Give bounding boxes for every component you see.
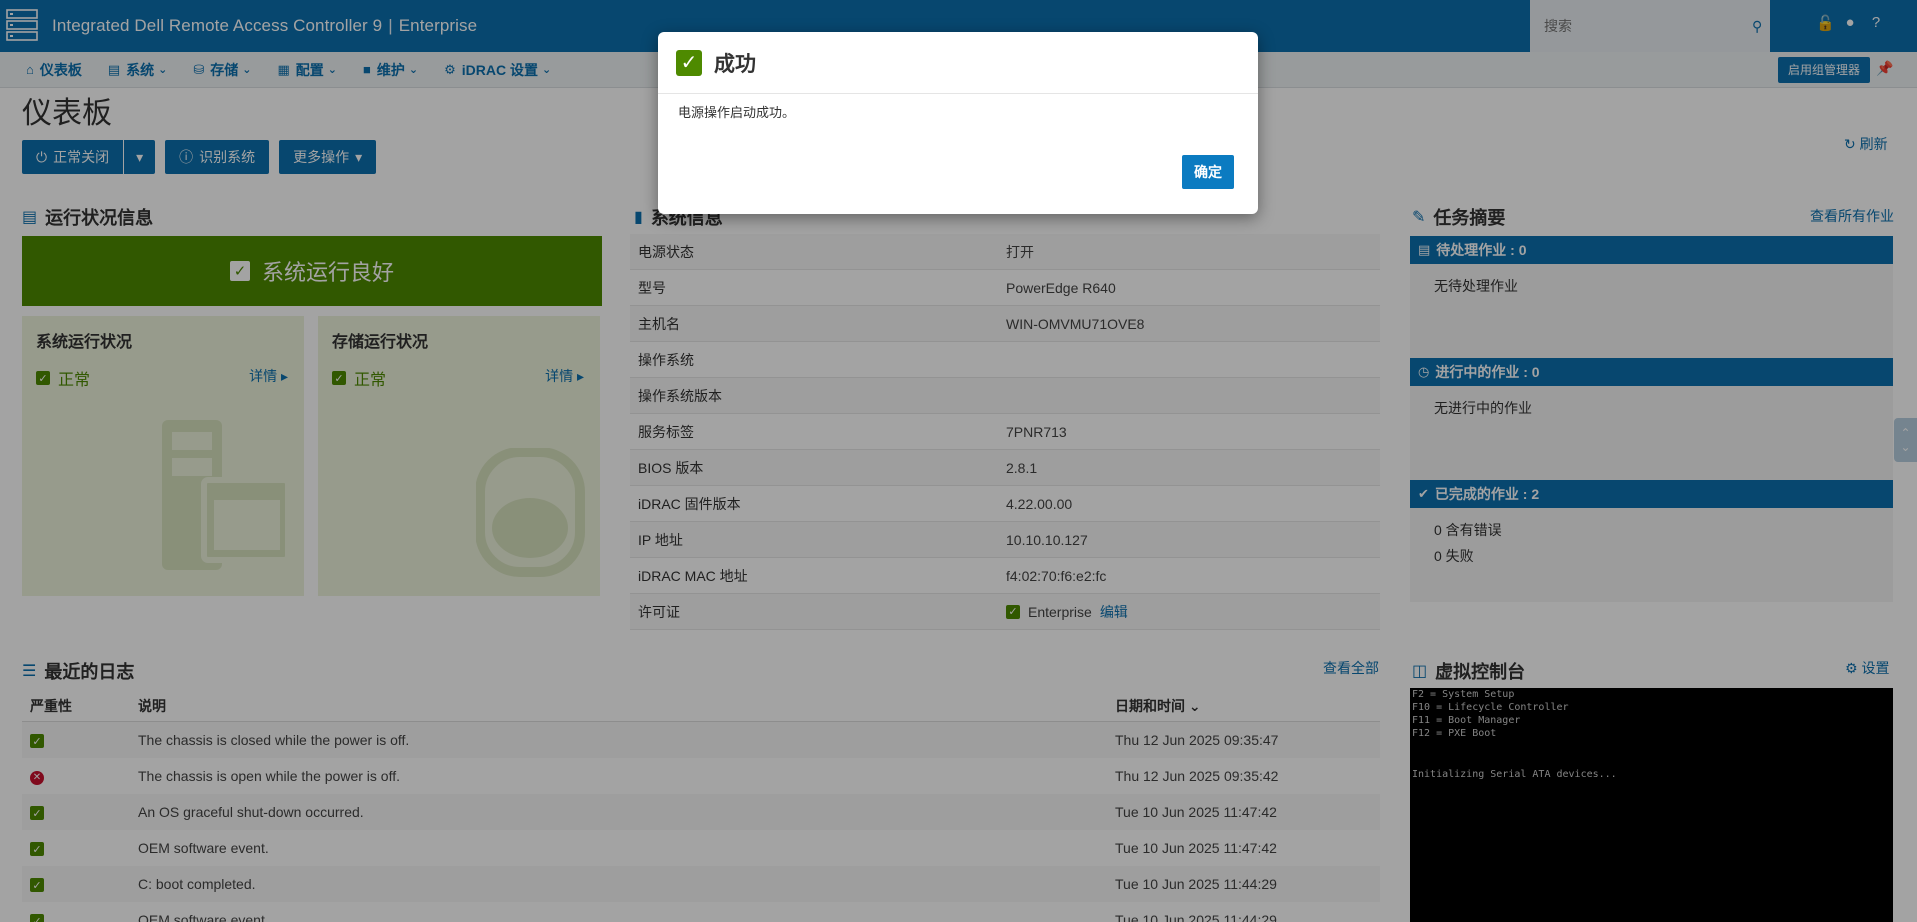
dialog-message: 电源操作启动成功。: [678, 105, 796, 120]
dialog-header: ✓ 成功: [658, 32, 1258, 94]
ok-button[interactable]: 确定: [1182, 155, 1234, 189]
success-check-icon: ✓: [676, 49, 702, 76]
success-dialog: ✓ 成功 电源操作启动成功。 确定: [658, 32, 1258, 214]
dialog-title: 成功: [714, 52, 756, 76]
